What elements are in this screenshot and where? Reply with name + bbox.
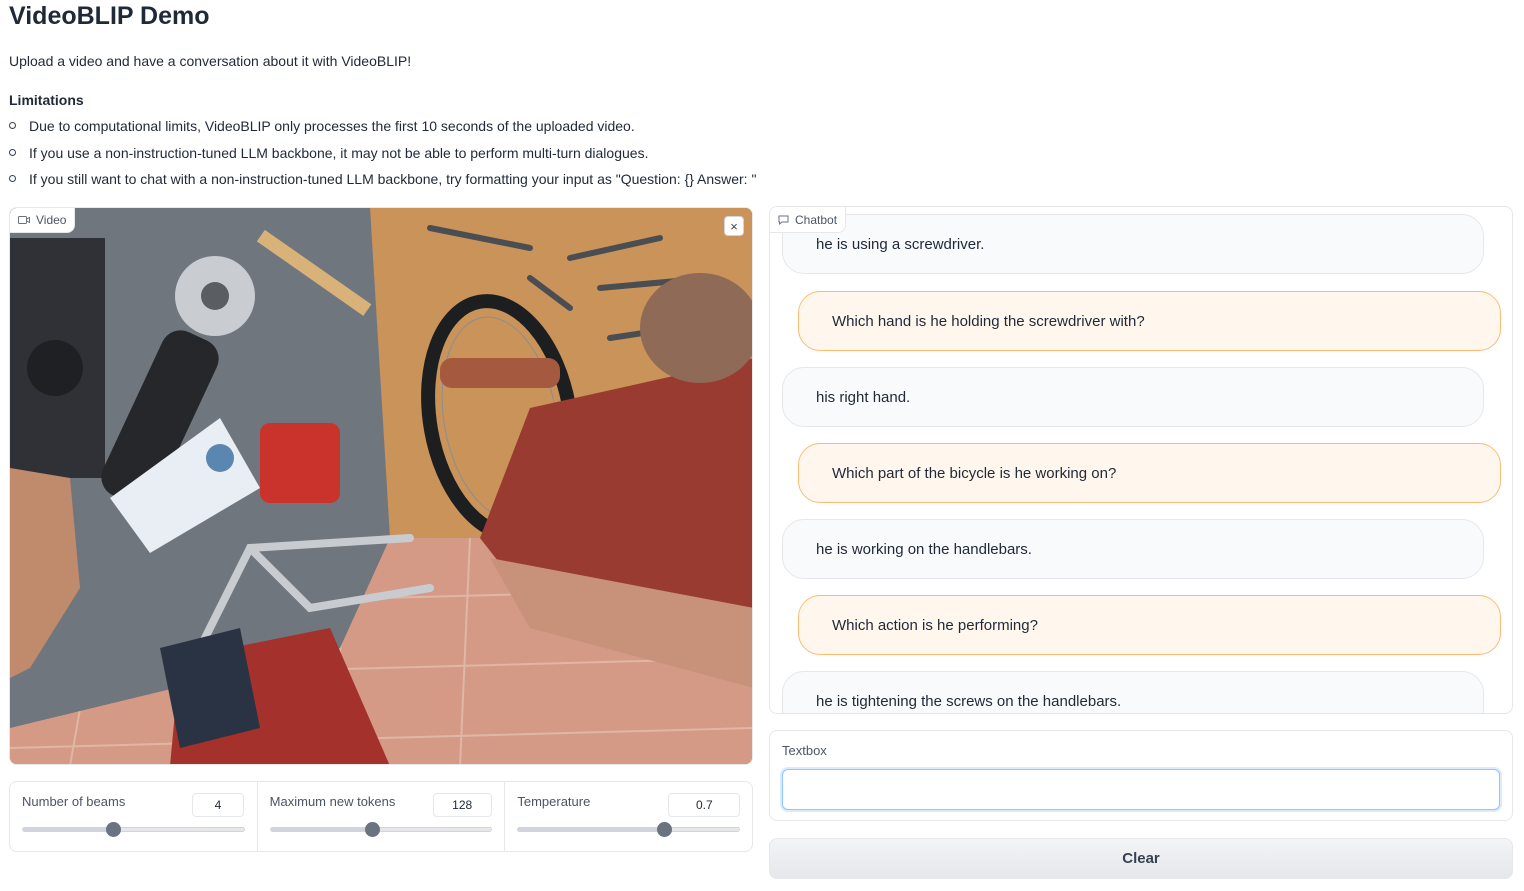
- close-video-button[interactable]: ×: [724, 216, 744, 236]
- list-item: If you use a non-instruction-tuned LLM b…: [9, 145, 756, 172]
- beams-slider[interactable]: [22, 822, 245, 837]
- video-label: Video: [10, 208, 76, 233]
- video-frame: [10, 208, 752, 764]
- list-item: If you still want to chat with a non-ins…: [9, 171, 756, 198]
- message-input[interactable]: [782, 769, 1500, 810]
- max-tokens-slider-block: Maximum new tokens 128: [258, 782, 506, 851]
- chat-message-bot: his right hand.: [782, 367, 1484, 427]
- temperature-label: Temperature: [517, 794, 591, 809]
- slider-thumb[interactable]: [365, 822, 381, 837]
- textbox-label: Textbox: [782, 743, 827, 758]
- chat-message-user: Which action is he performing?: [798, 595, 1501, 655]
- page-description: Upload a video and have a conversation a…: [9, 53, 412, 69]
- chatbot-label: Chatbot: [770, 207, 847, 233]
- slider-thumb[interactable]: [106, 822, 122, 837]
- max-tokens-label: Maximum new tokens: [269, 794, 396, 809]
- video-player[interactable]: Video ×: [9, 207, 753, 765]
- beams-label: Number of beams: [22, 794, 126, 809]
- chat-message-user: Which hand is he holding the screwdriver…: [798, 291, 1501, 351]
- temperature-number-input[interactable]: 0.7: [668, 793, 741, 817]
- page-title: VideoBLIP Demo: [9, 2, 210, 30]
- chatbot-panel[interactable]: Chatbot he is using a screwdriver. Which…: [769, 206, 1513, 714]
- beams-slider-block: Number of beams 4: [10, 782, 258, 851]
- chat-message-bot: he is tightening the screws on the handl…: [782, 671, 1484, 713]
- video-camera-icon: [18, 216, 30, 224]
- max-tokens-number-input[interactable]: 128: [432, 793, 492, 817]
- chat-bubble-icon: [778, 215, 789, 225]
- limitations-heading: Limitations: [9, 92, 84, 108]
- temperature-slider[interactable]: [517, 822, 741, 837]
- temperature-slider-block: Temperature 0.7: [505, 782, 752, 851]
- chat-message-bot: he is working on the handlebars.: [782, 519, 1484, 579]
- max-tokens-slider[interactable]: [269, 822, 493, 837]
- clear-button[interactable]: Clear: [769, 838, 1513, 879]
- beams-number-input[interactable]: 4: [192, 793, 244, 817]
- bullet-icon: [9, 122, 16, 129]
- limitations-list: Due to computational limits, VideoBLIP o…: [9, 118, 756, 198]
- generation-controls: Number of beams 4 Maximum new tokens 128…: [9, 781, 753, 852]
- list-item: Due to computational limits, VideoBLIP o…: [9, 118, 756, 145]
- bullet-icon: [9, 148, 16, 156]
- chat-message-user: Which part of the bicycle is he working …: [798, 443, 1501, 503]
- textbox-panel: Textbox: [769, 730, 1513, 821]
- bullet-icon: [9, 175, 16, 182]
- chat-message-bot: he is using a screwdriver.: [782, 214, 1484, 274]
- slider-thumb[interactable]: [656, 822, 672, 837]
- close-icon: ×: [730, 218, 738, 234]
